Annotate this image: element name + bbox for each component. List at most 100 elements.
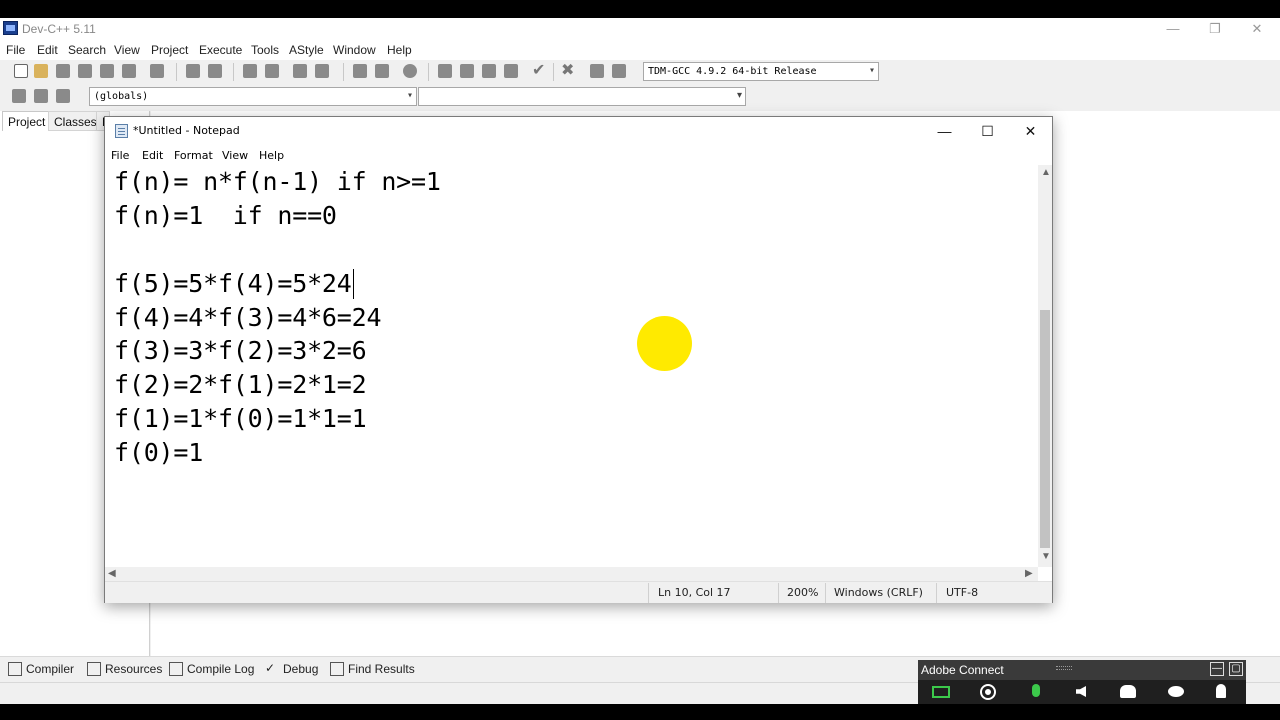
- undo-icon[interactable]: [186, 64, 200, 78]
- notepad-menu-format[interactable]: Format: [174, 149, 213, 162]
- notepad-app-icon: [115, 124, 128, 138]
- replace-icon[interactable]: [265, 64, 279, 78]
- notepad-close-button[interactable]: ✕: [1009, 117, 1052, 145]
- devcpp-close-button[interactable]: ✕: [1236, 18, 1278, 40]
- devcpp-menu-file[interactable]: File: [6, 43, 25, 57]
- chevron-down-icon: ▾: [736, 90, 742, 101]
- scroll-down-arrow-icon[interactable]: ▼: [1041, 551, 1051, 562]
- members-select[interactable]: ▾: [418, 87, 746, 106]
- unindent-icon[interactable]: [375, 64, 389, 78]
- print-icon[interactable]: [150, 64, 164, 78]
- text-line: f(2)=2*f(1)=2*1=2: [114, 370, 367, 399]
- notepad-maximize-button[interactable]: ☐: [966, 117, 1009, 145]
- save-icon[interactable]: [56, 64, 70, 78]
- toggle-bookmark-icon[interactable]: [403, 64, 417, 78]
- cursor-position: Ln 10, Col 17: [658, 586, 731, 599]
- compile-run-icon[interactable]: [482, 64, 496, 78]
- text-line: f(5)=5*f(4)=5*24: [114, 269, 352, 298]
- horizontal-scrollbar[interactable]: ◀ ▶: [105, 567, 1038, 581]
- rebuild-all-icon[interactable]: [504, 64, 518, 78]
- remove-icon[interactable]: [56, 89, 70, 103]
- run-icon[interactable]: [460, 64, 474, 78]
- devcpp-title: Dev-C++ 5.11: [22, 22, 96, 36]
- scroll-right-arrow-icon[interactable]: ▶: [1025, 568, 1033, 579]
- tab-classes[interactable]: Classes: [48, 111, 103, 131]
- goto-line-icon[interactable]: [315, 64, 329, 78]
- debug-icon[interactable]: [590, 64, 604, 78]
- grid-icon: [8, 662, 22, 676]
- status-divider: [936, 583, 937, 603]
- notepad-menubar: File Edit Format View Help: [105, 145, 1052, 165]
- devcpp-menu-tools[interactable]: Tools: [251, 43, 279, 57]
- devcpp-menu-execute[interactable]: Execute: [199, 43, 242, 57]
- tab-resources[interactable]: Resources: [87, 660, 162, 678]
- devcpp-restore-button[interactable]: ❐: [1194, 18, 1236, 40]
- new-project-icon[interactable]: [12, 89, 26, 103]
- close-file-icon[interactable]: [100, 64, 114, 78]
- text-line: f(n)=1 if n==0: [114, 201, 337, 230]
- attendees-icon[interactable]: [1120, 685, 1136, 698]
- scroll-up-arrow-icon[interactable]: ▲: [1041, 167, 1051, 178]
- insert-icon[interactable]: [34, 89, 48, 103]
- redo-icon[interactable]: [208, 64, 222, 78]
- text-line: f(0)=1: [114, 438, 204, 467]
- tab-find-results-label: Find Results: [348, 662, 415, 676]
- notepad-text-area[interactable]: f(n)= n*f(n-1) if n>=1 f(n)=1 if n==0 f(…: [105, 165, 1038, 567]
- devcpp-menu-edit[interactable]: Edit: [37, 43, 58, 57]
- screen-share-icon[interactable]: [932, 686, 950, 698]
- devcpp-menu-help[interactable]: Help: [387, 43, 412, 57]
- notepad-menu-file[interactable]: File: [111, 149, 129, 162]
- scope-select-value: (globals): [94, 91, 149, 102]
- notepad-titlebar: *Untitled - Notepad — ☐ ✕: [105, 117, 1052, 145]
- chat-icon[interactable]: [1168, 686, 1184, 697]
- new-file-icon[interactable]: [14, 64, 28, 78]
- devcpp-toolbar-secondary: (globals) ▾ ▾: [0, 85, 750, 109]
- adobe-connect-toolbar: [918, 680, 1246, 704]
- vertical-scrollbar[interactable]: ▲ ▼: [1038, 165, 1052, 567]
- devcpp-menu-view[interactable]: View: [114, 43, 140, 57]
- raise-hand-icon[interactable]: [1216, 684, 1226, 698]
- tab-compiler[interactable]: Compiler: [8, 660, 74, 678]
- stop-execution-icon[interactable]: ✖: [561, 63, 575, 79]
- find-next-icon[interactable]: [293, 64, 307, 78]
- tab-find-results[interactable]: Find Results: [330, 660, 415, 678]
- camera-icon[interactable]: [982, 686, 994, 698]
- tab-compile-log[interactable]: Compile Log: [169, 660, 254, 678]
- tab-compiler-label: Compiler: [26, 662, 75, 676]
- close-all-icon[interactable]: [122, 64, 136, 78]
- syntax-check-icon[interactable]: ✔: [532, 63, 546, 79]
- microphone-icon[interactable]: [1032, 684, 1040, 697]
- tab-project[interactable]: Project: [2, 111, 52, 131]
- compile-icon[interactable]: [438, 64, 452, 78]
- toolbar-separator: [553, 63, 554, 81]
- save-all-icon[interactable]: [78, 64, 92, 78]
- devcpp-menu-astyle[interactable]: AStyle: [289, 43, 324, 57]
- adobe-connect-pod: Adobe Connect — ▢: [918, 660, 1246, 704]
- notepad-menu-edit[interactable]: Edit: [142, 149, 163, 162]
- scope-select[interactable]: (globals) ▾: [89, 87, 417, 106]
- scroll-left-arrow-icon[interactable]: ◀: [108, 568, 116, 579]
- notepad-menu-view[interactable]: View: [222, 149, 248, 162]
- find-icon[interactable]: [243, 64, 257, 78]
- compiler-select[interactable]: TDM-GCC 4.9.2 64-bit Release ▾: [643, 62, 879, 81]
- notepad-minimize-button[interactable]: —: [923, 117, 966, 145]
- devcpp-menu-search[interactable]: Search: [68, 43, 106, 57]
- adobe-maximize-button[interactable]: ▢: [1229, 662, 1243, 676]
- devcpp-minimize-button[interactable]: —: [1152, 18, 1194, 40]
- devcpp-menu-project[interactable]: Project: [151, 43, 188, 57]
- check-icon: ✓: [265, 661, 276, 675]
- notepad-menu-help[interactable]: Help: [259, 149, 284, 162]
- text-line: f(4)=4*f(3)=4*6=24: [114, 303, 382, 332]
- indent-icon[interactable]: [353, 64, 367, 78]
- tab-debug-bottom[interactable]: ✓ Debug: [265, 660, 318, 678]
- speaker-icon[interactable]: [1076, 686, 1086, 697]
- devcpp-menu-window[interactable]: Window: [333, 43, 376, 57]
- vertical-scroll-thumb[interactable]: [1040, 310, 1050, 548]
- profile-icon[interactable]: [612, 64, 626, 78]
- adobe-minimize-button[interactable]: —: [1210, 662, 1224, 676]
- drag-handle-icon[interactable]: [1056, 666, 1072, 670]
- open-file-icon[interactable]: [34, 64, 48, 78]
- chevron-down-icon: ▾: [406, 90, 413, 101]
- screen-bottom-border: [0, 704, 1280, 720]
- notepad-title: *Untitled - Notepad: [133, 124, 240, 137]
